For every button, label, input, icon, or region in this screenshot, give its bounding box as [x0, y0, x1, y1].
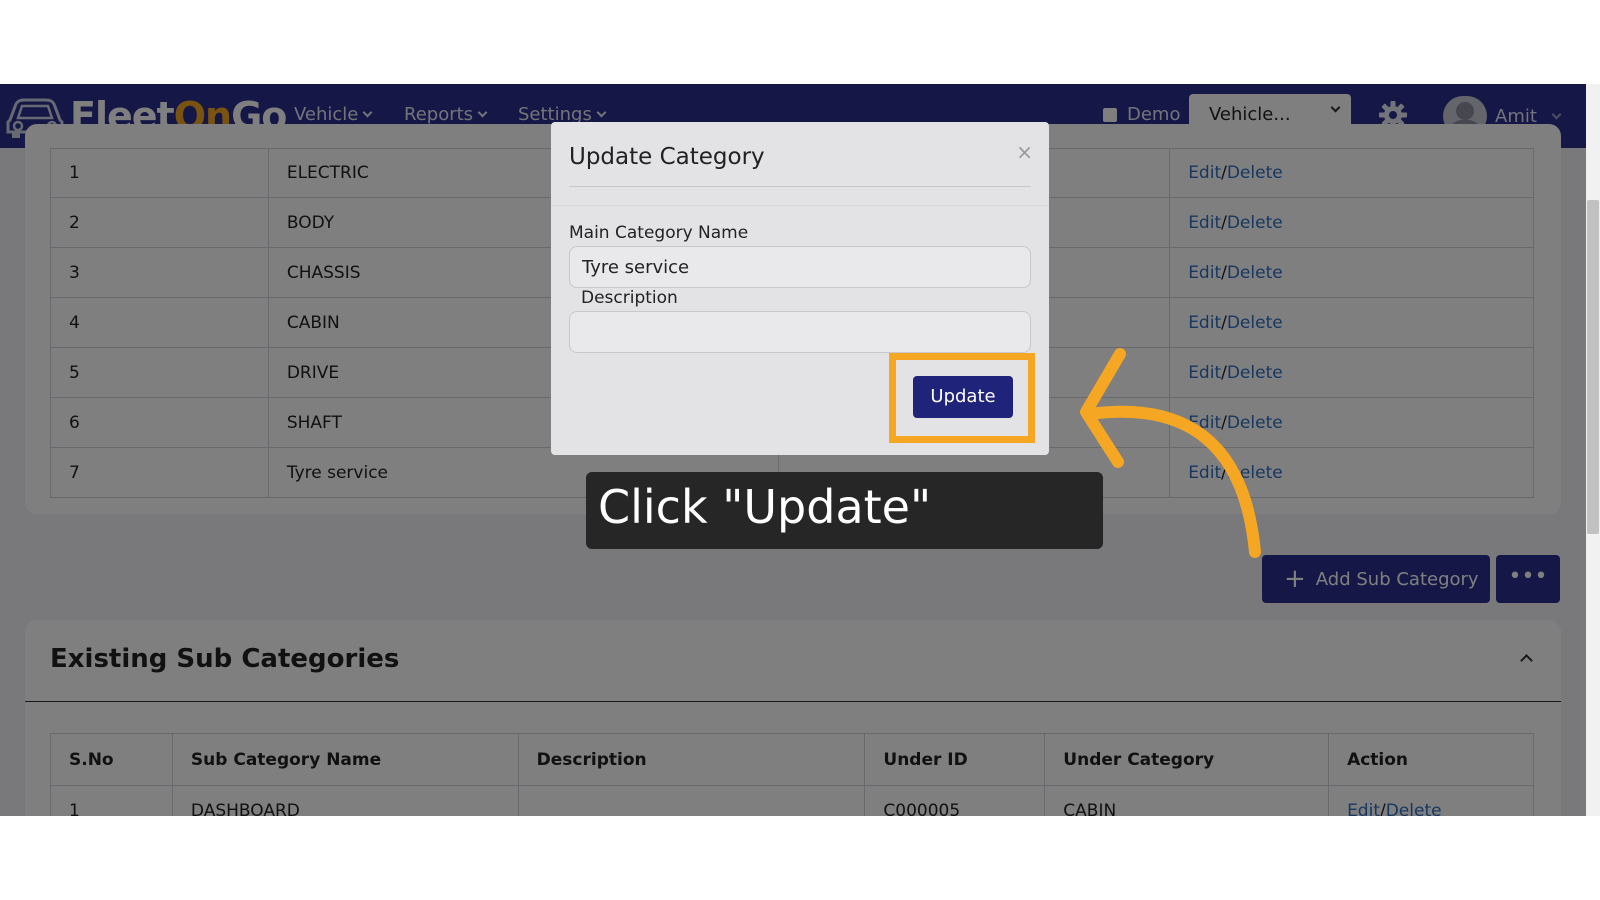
main-category-input[interactable]: Tyre service [569, 246, 1031, 288]
divider [551, 205, 1049, 206]
close-icon[interactable]: × [1016, 140, 1033, 164]
main-category-label: Main Category Name [569, 223, 749, 243]
description-label: Description [581, 288, 678, 308]
app-screen: FleetOnGo Vehicle Reports Settings Demo … [0, 84, 1600, 816]
instruction-tooltip: Click "Update" [586, 472, 1103, 549]
update-button-highlight [889, 353, 1035, 443]
curved-arrow-icon [1080, 348, 1261, 558]
description-input[interactable] [569, 311, 1031, 353]
scrollbar-thumb[interactable] [1587, 200, 1599, 534]
divider [569, 186, 1031, 187]
modal-title: Update Category [569, 144, 765, 170]
